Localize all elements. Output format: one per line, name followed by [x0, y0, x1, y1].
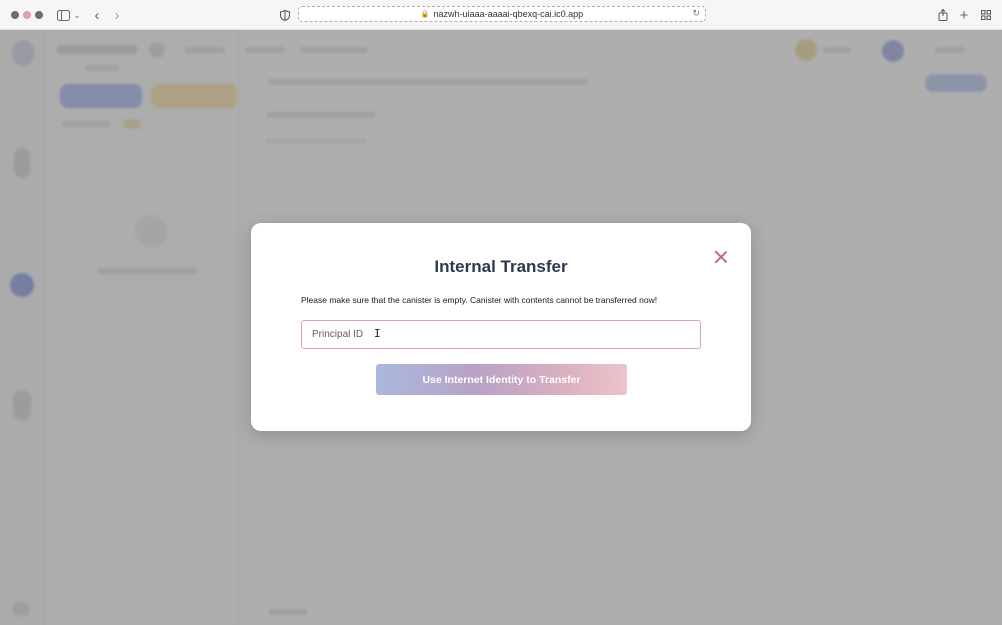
shield-icon[interactable]	[279, 6, 291, 24]
close-icon[interactable]	[711, 247, 731, 267]
reload-icon[interactable]: ↻	[692, 8, 700, 19]
chevron-down-icon[interactable]: ⌄	[73, 6, 81, 24]
principal-id-input[interactable]	[301, 320, 701, 349]
internet-identity-transfer-button[interactable]: Use Internet Identity to Transfer	[376, 364, 627, 395]
grid-icon[interactable]	[980, 6, 992, 24]
internal-transfer-dialog: Internal Transfer Please make sure that …	[251, 223, 751, 431]
back-button[interactable]: ‹	[92, 6, 102, 24]
warning-message: Please make sure that the canister is em…	[301, 295, 658, 305]
zoom-window-button[interactable]	[35, 11, 43, 19]
close-window-button[interactable]	[11, 11, 19, 19]
browser-toolbar: ⌄ ‹ › 🔒 nazwh-uiaaa-aaaai-qbexq-cai.ic0.…	[0, 0, 1002, 30]
sidebar-icon[interactable]	[56, 6, 70, 24]
share-icon[interactable]	[937, 6, 949, 24]
address-bar[interactable]: 🔒 nazwh-uiaaa-aaaai-qbexq-cai.ic0.app ↻	[298, 6, 706, 22]
forward-button[interactable]: ›	[112, 6, 122, 24]
lock-icon: 🔒	[420, 11, 430, 18]
url-text: nazwh-uiaaa-aaaai-qbexq-cai.ic0.app	[433, 9, 584, 19]
text-cursor-icon: I	[374, 327, 381, 340]
minimize-window-button[interactable]	[23, 11, 31, 19]
plus-icon[interactable]: +	[958, 6, 970, 24]
dialog-title: Internal Transfer	[434, 257, 568, 276]
